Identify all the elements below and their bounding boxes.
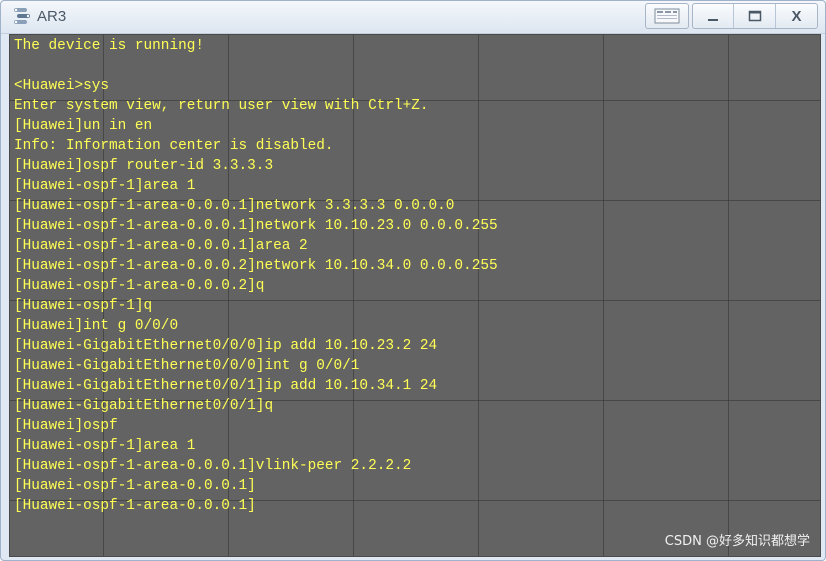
minimize-button[interactable] (693, 4, 733, 28)
settings-panel-icon (654, 8, 680, 24)
terminal-line: Enter system view, return user view with… (14, 98, 429, 114)
terminal-line: [Huawei-ospf-1]area 1 (14, 178, 196, 194)
terminal-console[interactable]: The device is running! <Huawei>sys Enter s… (9, 34, 821, 557)
terminal-line: [Huawei-ospf-1]area 1 (14, 438, 196, 454)
terminal-output: The device is running! <Huawei>sys Enter s… (14, 36, 498, 516)
terminal-line: [Huawei]int g 0/0/0 (14, 318, 179, 334)
terminal-line: [Huawei-GigabitEthernet0/0/0]int g 0/0/1 (14, 358, 360, 374)
terminal-line: The device is running! (14, 38, 204, 54)
terminal-line: [Huawei-GigabitEthernet0/0/0]ip add 10.1… (14, 338, 438, 354)
csdn-watermark: CSDN @好多知识都想学 (664, 534, 810, 549)
terminal-line: [Huawei-ospf-1-area-0.0.0.1] (14, 498, 256, 514)
terminal-line: [Huawei-ospf-1]q (14, 298, 153, 314)
terminal-window: AR3 X The device is running! <Huawei>sys… (0, 0, 826, 561)
settings-button[interactable] (646, 4, 688, 28)
terminal-line: [Huawei-ospf-1-area-0.0.0.1] (14, 478, 256, 494)
terminal-line: [Huawei-ospf-1-area-0.0.0.2]network 10.1… (14, 258, 498, 274)
minimize-icon (708, 19, 718, 21)
terminal-line: <Huawei>sys (14, 78, 109, 94)
terminal-line: [Huawei-ospf-1-area-0.0.0.1]vlink-peer 2… (14, 458, 412, 474)
terminal-line: [Huawei-ospf-1-area-0.0.0.1]network 3.3.… (14, 198, 455, 214)
maximize-button[interactable] (733, 4, 775, 28)
router-app-icon (14, 8, 30, 24)
window-title: AR3 (37, 8, 67, 25)
window-controls: X (692, 3, 818, 29)
maximize-icon (748, 10, 761, 22)
terminal-line: [Huawei]ospf router-id 3.3.3.3 (14, 158, 274, 174)
terminal-line: [Huawei]ospf (14, 418, 118, 434)
terminal-line: [Huawei-GigabitEthernet0/0/1]q (14, 398, 274, 414)
terminal-line: [Huawei-GigabitEthernet0/0/1]ip add 10.1… (14, 378, 438, 394)
terminal-line: [Huawei-ospf-1-area-0.0.0.1]network 10.1… (14, 218, 498, 234)
terminal-line: [Huawei-ospf-1-area-0.0.0.2]q (14, 278, 265, 294)
settings-button-group (645, 3, 689, 29)
close-icon: X (791, 7, 802, 25)
close-button[interactable]: X (775, 4, 817, 28)
title-bar[interactable]: AR3 X (1, 1, 825, 34)
terminal-line: Info: Information center is disabled. (14, 138, 334, 154)
terminal-line: [Huawei-ospf-1-area-0.0.0.1]area 2 (14, 238, 308, 254)
terminal-line: [Huawei]un in en (14, 118, 153, 134)
